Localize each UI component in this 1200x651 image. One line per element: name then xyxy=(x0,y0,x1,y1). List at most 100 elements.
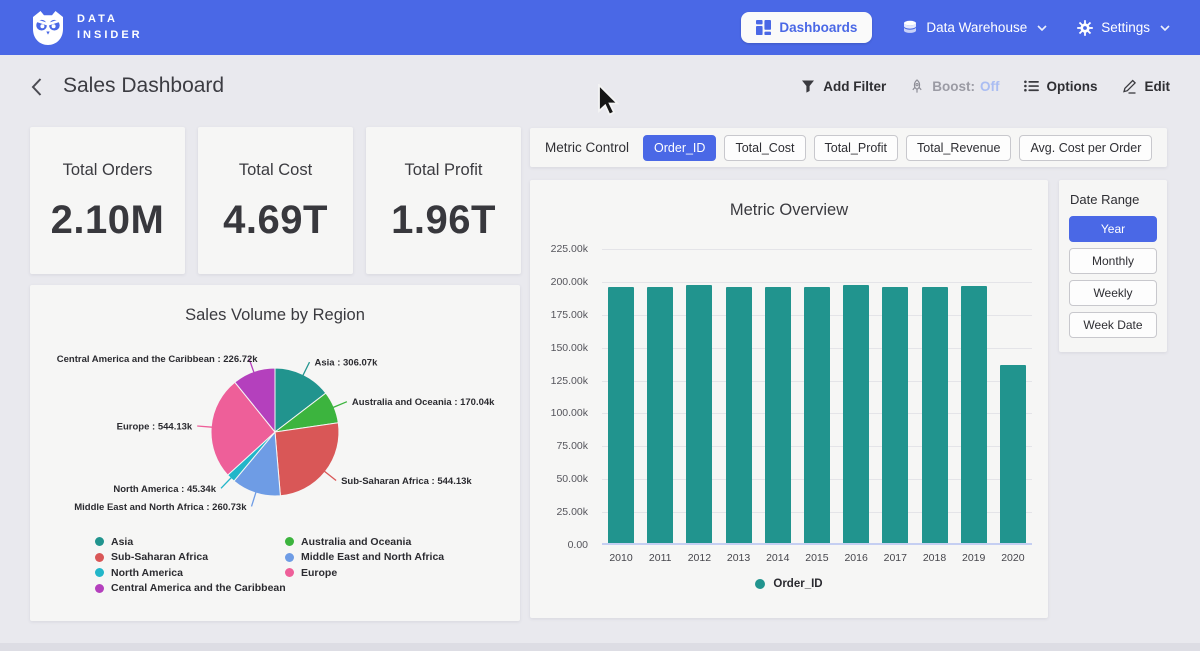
nav-item-label: Settings xyxy=(1101,20,1150,35)
edit-button[interactable]: Edit xyxy=(1122,79,1171,94)
y-tick-label: 0.00 xyxy=(530,539,588,551)
gridline xyxy=(602,249,1032,250)
nav-item-settings[interactable]: Settings xyxy=(1077,20,1170,36)
y-tick-label: 25.00k xyxy=(530,506,588,518)
bar-chart-legend[interactable]: Order_ID xyxy=(530,578,1048,590)
pie-leader-line xyxy=(324,471,336,480)
add-filter-label: Add Filter xyxy=(823,79,886,94)
brand-logo[interactable]: DATA INSIDER xyxy=(30,9,143,47)
legend-dot xyxy=(95,553,104,562)
page-header: Sales Dashboard Add Filter Boost: Off xyxy=(0,55,1200,117)
owl-logo-icon xyxy=(30,9,66,47)
bar-2013[interactable] xyxy=(726,287,752,543)
pie-legend-item-sub-saharan-africa[interactable]: Sub-Saharan Africa xyxy=(95,550,285,566)
kpi-card-total-cost: Total Cost4.69T xyxy=(198,127,353,274)
date-chip-weekly[interactable]: Weekly xyxy=(1069,280,1157,306)
legend-dot xyxy=(95,568,104,577)
top-navbar: DATA INSIDER Dashboards Data Warehouse Set… xyxy=(0,0,1200,55)
pie-label-asia: Asia : 306.07k xyxy=(315,358,379,369)
bar-2017[interactable] xyxy=(882,287,908,543)
bar-2018[interactable] xyxy=(922,287,948,543)
x-tick-label: 2015 xyxy=(804,552,830,564)
bottom-strip xyxy=(0,643,1200,651)
pie-leader-line xyxy=(221,478,231,489)
filter-icon xyxy=(801,79,815,93)
sales-volume-card: Sales Volume by Region Asia : 306.07kAus… xyxy=(30,285,520,621)
bar-chart-plot-area xyxy=(602,249,1032,545)
chevron-down-icon xyxy=(1160,25,1170,31)
legend-label: Sub-Saharan Africa xyxy=(111,551,208,563)
legend-label: Order_ID xyxy=(773,578,822,590)
nav-item-dashboards[interactable]: Dashboards xyxy=(741,12,872,43)
y-tick-label: 175.00k xyxy=(530,309,588,321)
legend-label: Europe xyxy=(301,567,337,579)
pie-chart-legend: AsiaSub-Saharan Africa North AmericaCentr… xyxy=(95,534,444,596)
page-title: Sales Dashboard xyxy=(63,74,224,98)
pie-label-sub-saharan-africa: Sub-Saharan Africa : 544.13k xyxy=(341,476,472,487)
legend-dot xyxy=(285,568,294,577)
kpi-label: Total Profit xyxy=(405,161,483,180)
bar-2020[interactable] xyxy=(1000,365,1026,543)
pie-label-north-america: North America : 45.34k xyxy=(113,484,216,495)
pie-chart: Asia : 306.07kAustralia and Oceania : 17… xyxy=(30,327,520,533)
bar-2010[interactable] xyxy=(608,287,634,543)
metric-control-chips: Order_ID Total_Cost Total_Profit Total_Reve… xyxy=(643,135,1152,161)
pie-label-europe: Europe : 544.13k xyxy=(117,422,193,433)
legend-dot xyxy=(755,579,765,589)
bar-2014[interactable] xyxy=(765,287,791,543)
metric-chip-avg-cost-per-order[interactable]: Avg. Cost per Order xyxy=(1019,135,1152,161)
bar-2019[interactable] xyxy=(961,286,987,543)
legend-dot xyxy=(285,553,294,562)
back-button[interactable] xyxy=(30,77,43,97)
rocket-icon xyxy=(910,79,924,94)
legend-dot xyxy=(95,537,104,546)
pie-leader-line xyxy=(252,492,257,506)
bar-2016[interactable] xyxy=(843,285,869,543)
pie-chart-title: Sales Volume by Region xyxy=(30,285,520,325)
y-tick-label: 200.00k xyxy=(530,276,588,288)
y-tick-label: 150.00k xyxy=(530,342,588,354)
metric-control-label: Metric Control xyxy=(545,140,629,155)
x-tick-label: 2019 xyxy=(961,552,987,564)
x-tick-label: 2013 xyxy=(726,552,752,564)
metric-chip-total-revenue[interactable]: Total_Revenue xyxy=(906,135,1011,161)
legend-dot xyxy=(95,584,104,593)
pie-legend-item-asia[interactable]: Asia xyxy=(95,534,285,550)
y-tick-label: 100.00k xyxy=(530,407,588,419)
bar-2012[interactable] xyxy=(686,285,712,543)
y-tick-label: 50.00k xyxy=(530,473,588,485)
brand-line1: DATA xyxy=(77,12,143,28)
pie-legend-item-australia-and-oceania[interactable]: Australia and Oceania xyxy=(285,534,444,550)
pie-legend-item-central-america-and-the-caribbean[interactable]: Central America and the Caribbean xyxy=(95,581,285,597)
legend-dot xyxy=(285,537,294,546)
bar-2011[interactable] xyxy=(647,287,673,543)
y-tick-label: 225.00k xyxy=(530,243,588,255)
pie-legend-column: AsiaSub-Saharan Africa North AmericaCentr… xyxy=(95,534,285,596)
pie-legend-column: Australia and OceaniaMiddle East and Nor… xyxy=(285,534,444,596)
pie-legend-item-middle-east-and-north-africa[interactable]: Middle East and North Africa xyxy=(285,550,444,566)
nav-item-label: Data Warehouse xyxy=(926,20,1027,35)
kpi-value: 4.69T xyxy=(223,198,328,243)
kpi-label: Total Orders xyxy=(63,161,153,180)
add-filter-button[interactable]: Add Filter xyxy=(801,79,886,94)
date-chip-week-date[interactable]: Week Date xyxy=(1069,312,1157,338)
pie-legend-item-north-america[interactable]: North America xyxy=(95,565,285,581)
metric-chip-total-cost[interactable]: Total_Cost xyxy=(724,135,805,161)
gear-icon xyxy=(1077,20,1093,36)
chevron-down-icon xyxy=(1037,25,1047,31)
metric-chip-total-profit[interactable]: Total_Profit xyxy=(814,135,899,161)
metric-chip-order-id[interactable]: Order_ID xyxy=(643,135,716,161)
nav-item-data-warehouse[interactable]: Data Warehouse xyxy=(902,20,1047,36)
bar-2015[interactable] xyxy=(804,287,830,543)
kpi-value: 1.96T xyxy=(391,198,496,243)
pie-label-central-america-and-the-caribbean: Central America and the Caribbean : 226.… xyxy=(57,354,259,365)
options-button[interactable]: Options xyxy=(1024,79,1098,94)
x-tick-label: 2016 xyxy=(843,552,869,564)
pie-legend-item-europe[interactable]: Europe xyxy=(285,565,444,581)
date-chip-year[interactable]: Year xyxy=(1069,216,1157,242)
boost-toggle[interactable]: Boost: Off xyxy=(910,79,999,94)
date-chip-monthly[interactable]: Monthly xyxy=(1069,248,1157,274)
pie-slice-sub-saharan-africa[interactable] xyxy=(275,423,339,496)
database-icon xyxy=(902,20,918,36)
x-tick-label: 2014 xyxy=(765,552,791,564)
